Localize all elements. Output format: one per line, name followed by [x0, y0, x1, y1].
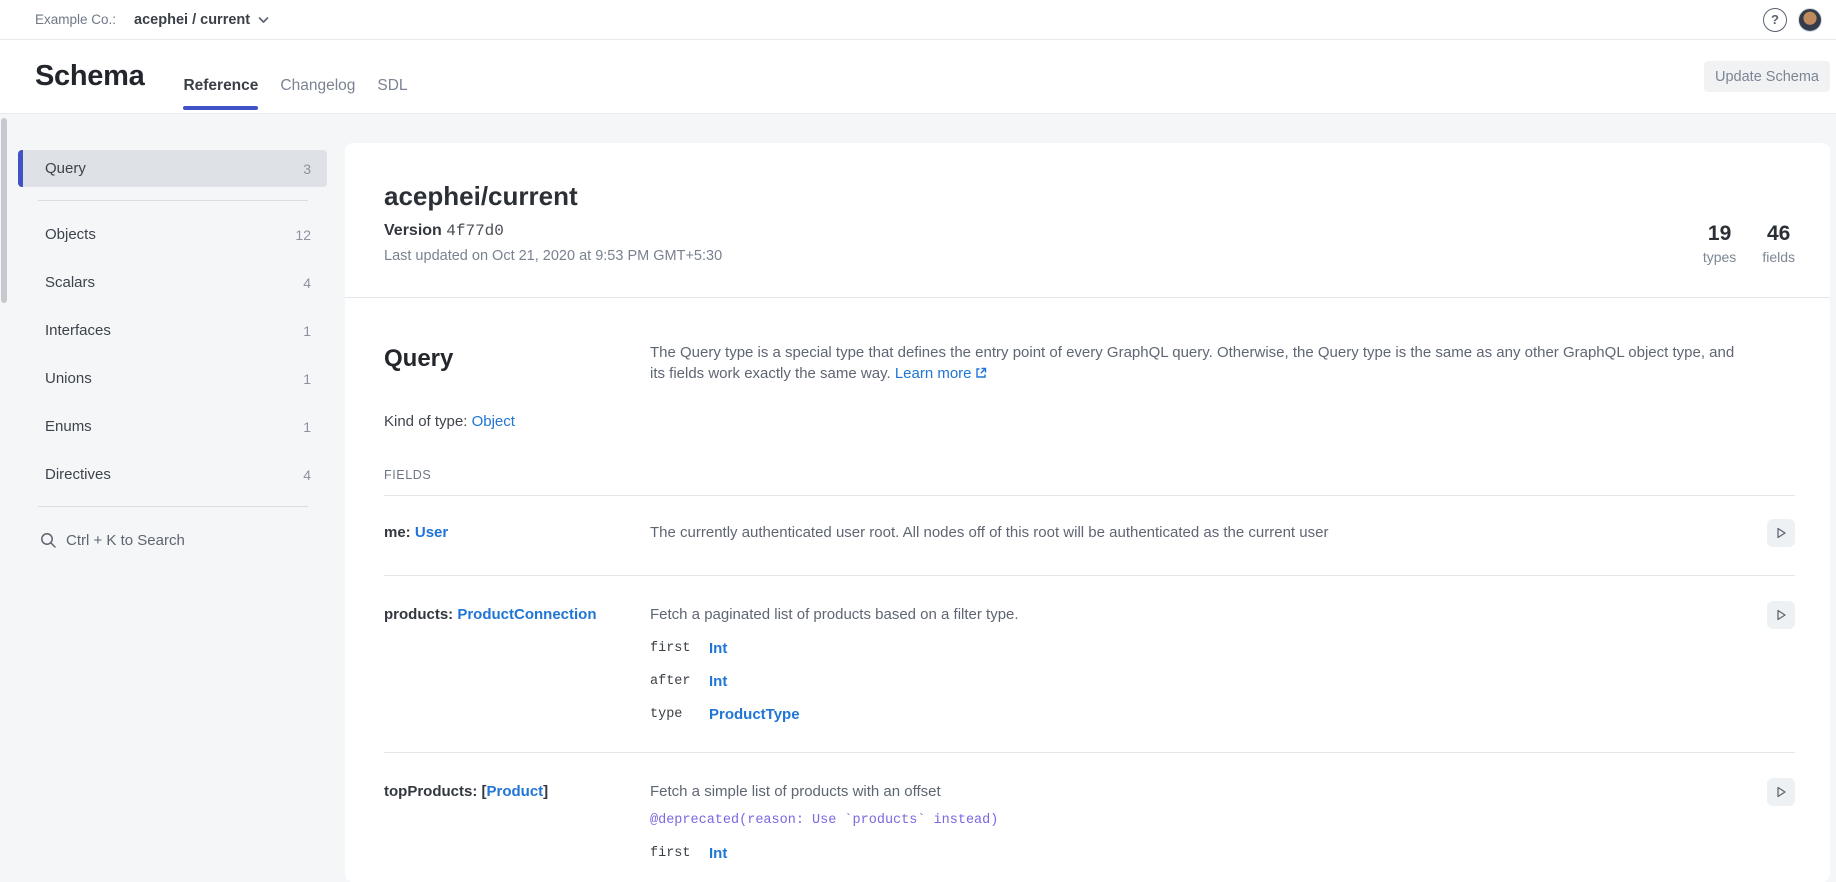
arg-type-link[interactable]: Int: [709, 639, 727, 659]
sidebar-item-count: 4: [303, 467, 311, 483]
sidebar-item-count: 1: [303, 323, 311, 339]
sidebar-item-enums[interactable]: Enums 1: [18, 408, 327, 445]
field-signature: products: ProductConnection: [384, 605, 650, 725]
arg-type-link[interactable]: Int: [709, 844, 727, 864]
sidebar-item-count: 12: [295, 227, 311, 243]
help-button[interactable]: ?: [1763, 8, 1787, 32]
type-link-productconnection[interactable]: ProductConnection: [457, 606, 596, 623]
arg-type-link[interactable]: ProductType: [709, 705, 800, 725]
tab-reference[interactable]: Reference: [183, 40, 258, 113]
page-header: Schema Reference Changelog SDL Update Sc…: [0, 40, 1836, 114]
arg-type-link[interactable]: Int: [709, 672, 727, 692]
field-signature: me: User: [384, 523, 650, 547]
stat-types: 19 types: [1703, 222, 1736, 266]
sidebar-item-label: Enums: [45, 418, 92, 435]
sidebar-item-label: Scalars: [45, 274, 95, 291]
sidebar-item-label: Unions: [45, 370, 92, 387]
play-icon: [1774, 526, 1788, 540]
field-row-me: me: User The currently authenticated use…: [384, 496, 1795, 576]
run-in-explorer-button[interactable]: [1767, 601, 1795, 629]
arg-name: type: [650, 705, 709, 725]
stat-value: 19: [1703, 222, 1736, 246]
tab-bar: Reference Changelog SDL: [172, 40, 418, 113]
arg-row: type ProductType: [650, 705, 1745, 725]
run-in-explorer-button[interactable]: [1767, 519, 1795, 547]
deprecated-directive: @deprecated(reason: Use `products` inste…: [650, 811, 1745, 831]
schema-search[interactable]: Ctrl + K to Search: [18, 522, 345, 559]
search-icon: [40, 532, 57, 549]
chevron-down-icon: [258, 16, 269, 24]
schema-title: acephei/current: [384, 180, 722, 212]
sidebar-item-objects[interactable]: Objects 12: [18, 216, 327, 253]
arg-row: first Int: [650, 844, 1745, 864]
type-link-product[interactable]: Product: [487, 783, 544, 800]
sidebar-divider: [38, 200, 308, 201]
arg-row: first Int: [650, 639, 1745, 659]
sidebar-item-count: 1: [303, 419, 311, 435]
arg-name: first: [650, 844, 709, 864]
sidebar-item-label: Query: [45, 160, 86, 177]
field-description: Fetch a paginated list of products based…: [650, 605, 1745, 625]
field-signature: topProducts: [Product]: [384, 782, 650, 864]
sidebar-item-count: 1: [303, 371, 311, 387]
type-link-user[interactable]: User: [415, 524, 448, 541]
graph-selector[interactable]: acephei / current: [134, 12, 269, 28]
sidebar: Query 3 Objects 12 Scalars 4 Interfaces …: [0, 114, 345, 882]
fields-label: FIELDS: [384, 465, 1795, 495]
page-title: Schema: [35, 60, 144, 93]
sidebar-item-unions[interactable]: Unions 1: [18, 360, 327, 397]
graph-selector-label: acephei / current: [134, 12, 250, 28]
schema-card: acephei/current Version 4f77d0 Last upda…: [345, 143, 1830, 882]
stat-fields: 46 fields: [1762, 222, 1795, 266]
top-bar: Example Co.: acephei / current ?: [0, 0, 1836, 40]
sidebar-item-interfaces[interactable]: Interfaces 1: [18, 312, 327, 349]
field-description: The currently authenticated user root. A…: [650, 523, 1745, 547]
version-line: Version 4f77d0: [384, 220, 722, 242]
field-description: Fetch a simple list of products with an …: [650, 782, 1745, 802]
stat-value: 46: [1762, 222, 1795, 246]
update-schema-button[interactable]: Update Schema: [1704, 61, 1830, 92]
field-args: first Int after Int type ProductType: [650, 639, 1745, 725]
org-label: Example Co.:: [35, 12, 116, 27]
sidebar-item-label: Objects: [45, 226, 96, 243]
type-description: The Query type is a special type that de…: [650, 342, 1745, 385]
play-icon: [1774, 608, 1788, 622]
sidebar-item-count: 3: [303, 161, 311, 177]
user-avatar[interactable]: [1798, 8, 1822, 32]
arg-name: first: [650, 639, 709, 659]
sidebar-item-label: Directives: [45, 466, 111, 483]
schema-header: acephei/current Version 4f77d0 Last upda…: [384, 143, 1795, 297]
play-icon: [1774, 785, 1788, 799]
type-name: Query: [384, 344, 650, 385]
stat-label: fields: [1762, 248, 1795, 266]
sidebar-divider: [38, 506, 308, 507]
run-in-explorer-button[interactable]: [1767, 778, 1795, 806]
schema-stats: 19 types 46 fields: [1703, 222, 1795, 266]
last-updated: Last updated on Oct 21, 2020 at 9:53 PM …: [384, 246, 722, 266]
version-label: Version: [384, 222, 442, 239]
arg-row: after Int: [650, 672, 1745, 692]
field-row-topproducts: topProducts: [Product] Fetch a simple li…: [384, 753, 1795, 882]
tab-sdl[interactable]: SDL: [377, 40, 407, 113]
version-value: 4f77d0: [446, 222, 504, 240]
sidebar-item-directives[interactable]: Directives 4: [18, 456, 327, 493]
kind-object-link[interactable]: Object: [472, 413, 515, 430]
field-row-products: products: ProductConnection Fetch a pagi…: [384, 576, 1795, 753]
kind-of-type: Kind of type: Object: [384, 412, 1745, 432]
sidebar-item-label: Interfaces: [45, 322, 111, 339]
body: Query 3 Objects 12 Scalars 4 Interfaces …: [0, 114, 1836, 882]
learn-more-link[interactable]: Learn more: [895, 365, 987, 382]
main-area: acephei/current Version 4f77d0 Last upda…: [345, 114, 1836, 882]
sidebar-item-query[interactable]: Query 3: [18, 150, 327, 187]
sidebar-item-count: 4: [303, 275, 311, 291]
sidebar-scrollbar[interactable]: [1, 118, 7, 303]
stat-label: types: [1703, 248, 1736, 266]
type-section-header: Query The Query type is a special type t…: [384, 298, 1795, 495]
field-args: first Int: [650, 844, 1745, 864]
sidebar-item-scalars[interactable]: Scalars 4: [18, 264, 327, 301]
arg-name: after: [650, 672, 709, 692]
external-link-icon: [975, 364, 987, 385]
search-hint: Ctrl + K to Search: [66, 532, 185, 549]
tab-changelog[interactable]: Changelog: [280, 40, 355, 113]
